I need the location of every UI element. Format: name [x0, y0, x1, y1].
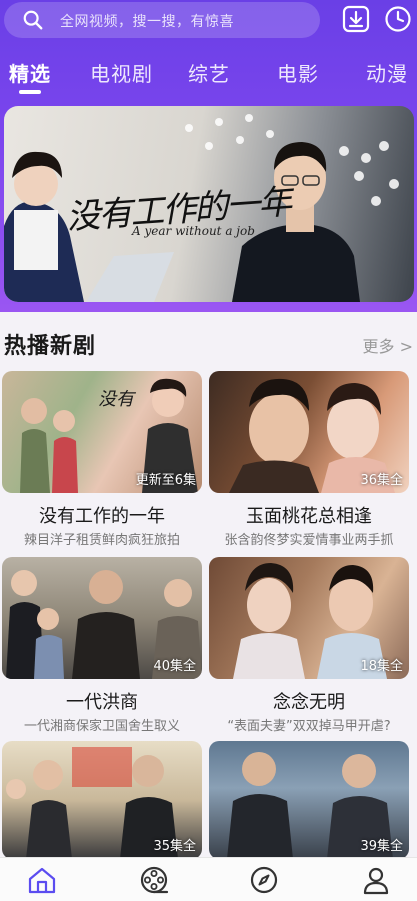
drama-card[interactable]: 35集全 [2, 741, 202, 859]
search-icon [23, 10, 43, 30]
episode-badge: 35集全 [153, 839, 196, 854]
tab-featured[interactable]: 精选 [9, 58, 51, 87]
tab-tv-series[interactable]: 电视剧 [90, 58, 153, 87]
hero-banner[interactable]: 没有工作的一年 A year without a job [4, 106, 414, 302]
top-header: 全网视频，搜一搜，有惊喜 精选 电视剧 综艺 电影 动漫 没有工作的一年 A y… [0, 0, 417, 312]
drama-title: 玉面桃花总相逢 [246, 506, 372, 527]
drama-card[interactable]: 没有 更新至6集 没有工作的一年 辣目洋子租赁鲜肉疯狂旅拍 [2, 371, 202, 548]
tab-variety[interactable]: 综艺 [188, 58, 230, 87]
drama-card[interactable]: 39集全 [209, 741, 409, 859]
thumbnail-title-art: 没有 [98, 389, 137, 410]
drama-card[interactable]: 36集全 玉面桃花总相逢 张含韵佟梦实爱情事业两手抓 [209, 371, 409, 548]
tab-anime[interactable]: 动漫 [366, 58, 408, 87]
episode-badge: 39集全 [360, 839, 403, 854]
drama-title: 没有工作的一年 [39, 506, 165, 527]
film-reel-icon[interactable] [138, 864, 170, 896]
episode-badge: 36集全 [360, 473, 403, 488]
drama-title: 一代洪商 [66, 692, 138, 713]
category-tabs: 精选 电视剧 综艺 电影 动漫 [0, 52, 417, 96]
episode-badge: 18集全 [360, 659, 403, 674]
bottom-navigation [0, 857, 417, 901]
drama-title: 念念无明 [273, 692, 345, 713]
search-placeholder: 全网视频，搜一搜，有惊喜 [60, 14, 234, 30]
drama-description: 一代湘商保家卫国舍生取义 [23, 719, 180, 734]
tab-movies[interactable]: 电影 [277, 58, 319, 87]
drama-description: “表面夫妻”双双掉马甲开虐? [227, 719, 391, 734]
drama-thumbnail: 39集全 [209, 741, 409, 859]
drama-description: 张含韵佟梦实爱情事业两手抓 [224, 533, 394, 548]
drama-thumbnail: 18集全 [209, 557, 409, 679]
drama-description: 辣目洋子租赁鲜肉疯狂旅拍 [23, 533, 180, 548]
search-row: 全网视频，搜一搜，有惊喜 [0, 0, 417, 44]
banner-subtitle: A year without a job [132, 224, 255, 238]
download-icon[interactable] [342, 5, 370, 33]
drama-thumbnail: 没有 更新至6集 [2, 371, 202, 493]
drama-thumbnail: 35集全 [2, 741, 202, 859]
history-clock-icon[interactable] [384, 5, 412, 33]
episode-badge: 40集全 [153, 659, 196, 674]
drama-card[interactable]: 18集全 念念无明 “表面夫妻”双双掉马甲开虐? [209, 557, 409, 734]
search-bar[interactable]: 全网视频，搜一搜，有惊喜 [4, 2, 320, 38]
discover-compass-icon[interactable] [248, 864, 280, 896]
drama-thumbnail: 40集全 [2, 557, 202, 679]
drama-card[interactable]: 40集全 一代洪商 一代湘商保家卫国舍生取义 [2, 557, 202, 734]
section-title: 热播新剧 [4, 334, 97, 359]
profile-icon[interactable] [360, 864, 392, 896]
active-tab-indicator [19, 90, 41, 94]
drama-thumbnail: 36集全 [209, 371, 409, 493]
home-icon[interactable] [26, 864, 58, 896]
episode-badge: 更新至6集 [135, 473, 196, 488]
more-link[interactable]: 更多 > [363, 333, 414, 357]
